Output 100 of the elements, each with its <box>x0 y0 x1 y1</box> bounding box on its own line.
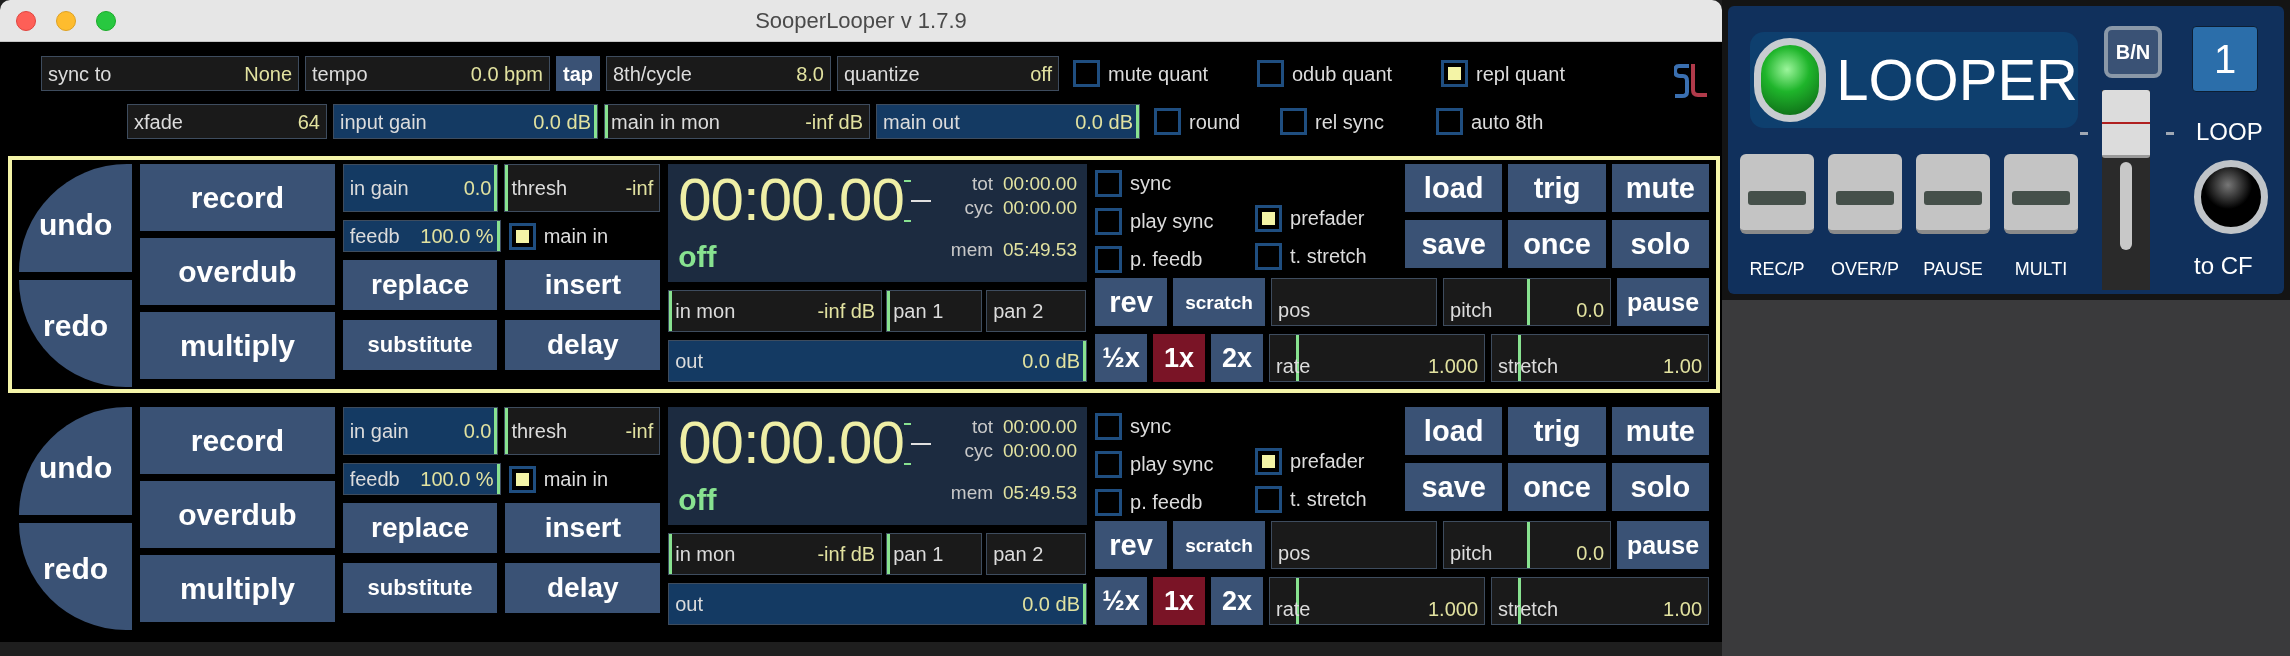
action-button[interactable]: load <box>1405 407 1503 455</box>
pedal-button[interactable] <box>2004 154 2078 234</box>
edit-button[interactable]: replace <box>342 260 498 310</box>
slider-field[interactable]: feedb 100.0 % <box>342 463 501 495</box>
action-button[interactable]: save <box>1405 220 1503 268</box>
checkbox[interactable] <box>1255 485 1282 513</box>
checkbox[interactable] <box>1154 108 1181 135</box>
loop-strip[interactable] <box>8 156 1720 393</box>
checkbox[interactable] <box>1441 60 1468 87</box>
close-icon[interactable] <box>16 11 36 31</box>
slider-field[interactable]: thresh -inf <box>504 164 661 212</box>
action-button[interactable]: mute <box>1611 407 1709 455</box>
pedal-button[interactable] <box>1828 154 1902 234</box>
edit-button[interactable]: substitute <box>342 320 498 370</box>
value-field[interactable]: pan 2 <box>986 533 1087 575</box>
edit-button[interactable]: insert <box>505 260 661 310</box>
slider-field[interactable]: main out 0.0 dB <box>876 104 1140 139</box>
mode-button[interactable]: multiply <box>140 555 335 622</box>
checkbox[interactable] <box>1255 204 1282 232</box>
scratch-button[interactable]: scratch <box>1173 521 1265 569</box>
rate-button[interactable]: 2x <box>1211 577 1263 625</box>
fader-drawing[interactable] <box>2102 90 2150 290</box>
mode-button[interactable]: record <box>140 407 335 474</box>
slider-field[interactable]: in gain 0.0 <box>342 164 499 212</box>
slider-field[interactable]: pan 1 <box>886 533 983 575</box>
checkbox[interactable] <box>1255 242 1282 270</box>
reverse-button[interactable]: rev <box>1095 521 1167 569</box>
bank-button[interactable]: B/N <box>2104 26 2162 78</box>
slider-field[interactable]: main in mon -inf dB <box>604 104 870 139</box>
rate-button[interactable]: ½x <box>1095 577 1147 625</box>
action-button[interactable]: trig <box>1508 407 1606 455</box>
edit-button[interactable]: delay <box>505 563 661 613</box>
mode-button[interactable]: record <box>140 164 335 231</box>
checkbox[interactable] <box>1257 60 1284 87</box>
rate-button[interactable]: ½x <box>1095 334 1147 382</box>
value-field[interactable]: sync to None <box>41 56 299 91</box>
minimize-icon[interactable] <box>56 11 76 31</box>
value-field[interactable]: pos <box>1271 521 1437 569</box>
rate-button[interactable]: 1x <box>1153 577 1205 625</box>
slider-field[interactable]: in mon -inf dB <box>668 533 883 575</box>
action-button[interactable]: solo <box>1611 463 1709 511</box>
scratch-button[interactable]: scratch <box>1173 278 1265 326</box>
action-button[interactable]: mute <box>1611 164 1709 212</box>
pedal-button[interactable] <box>1916 154 1990 234</box>
value-field[interactable]: quantize off <box>837 56 1059 91</box>
slider-field[interactable]: out 0.0 dB <box>668 340 1087 382</box>
edit-button[interactable]: insert <box>505 503 661 553</box>
slider-field[interactable]: feedb 100.0 % <box>342 220 501 252</box>
action-button[interactable]: once <box>1508 220 1606 268</box>
action-button[interactable]: load <box>1405 164 1503 212</box>
redo-button[interactable]: redo <box>19 522 133 630</box>
edit-button[interactable]: delay <box>505 320 661 370</box>
slider-field[interactable]: input gain 0.0 dB <box>333 104 598 139</box>
action-button[interactable]: once <box>1508 463 1606 511</box>
tap-button[interactable]: tap <box>556 56 600 91</box>
undo-button[interactable]: undo <box>19 407 133 515</box>
field-label: pos <box>1278 300 1311 320</box>
mode-button[interactable]: multiply <box>140 312 335 379</box>
pause-button[interactable]: pause <box>1617 521 1709 569</box>
checkbox[interactable] <box>1280 108 1307 135</box>
value-field[interactable]: 8th/cycle 8.0 <box>606 56 831 91</box>
action-button[interactable]: save <box>1405 463 1503 511</box>
rate-button[interactable]: 1x <box>1153 334 1205 382</box>
checkbox[interactable] <box>1095 412 1122 440</box>
mode-button[interactable]: overdub <box>140 238 335 305</box>
checkbox[interactable] <box>508 222 536 250</box>
value-field[interactable]: pos <box>1271 278 1437 326</box>
undo-button[interactable]: undo <box>19 164 133 272</box>
field-value: -inf dB <box>817 301 876 321</box>
edit-button[interactable]: replace <box>342 503 498 553</box>
checkbox[interactable] <box>1095 450 1122 478</box>
checkbox[interactable] <box>1095 245 1122 273</box>
checkbox[interactable] <box>1255 447 1282 475</box>
redo-button[interactable]: redo <box>19 279 133 387</box>
rate-button[interactable]: 2x <box>1211 334 1263 382</box>
value-field[interactable]: xfade 64 <box>127 104 327 139</box>
action-button[interactable]: trig <box>1508 164 1606 212</box>
edit-button[interactable]: substitute <box>342 563 498 613</box>
checkbox[interactable] <box>1073 60 1100 87</box>
checkbox[interactable] <box>1436 108 1463 135</box>
slider-field[interactable]: thresh -inf <box>504 407 661 455</box>
slider-field[interactable]: in gain 0.0 <box>342 407 499 455</box>
checkbox[interactable] <box>1095 488 1122 516</box>
action-button[interactable]: solo <box>1611 220 1709 268</box>
checkbox-label: play sync <box>1130 209 1214 234</box>
value-field[interactable]: pan 2 <box>986 290 1087 332</box>
pedal-button[interactable] <box>1740 154 1814 234</box>
checkbox[interactable] <box>1095 207 1122 235</box>
value-field[interactable]: tempo 0.0 bpm <box>305 56 550 91</box>
slider-field[interactable]: pitch 0.0 <box>1443 521 1611 569</box>
slider-field[interactable]: pan 1 <box>886 290 983 332</box>
slider-field[interactable]: pitch 0.0 <box>1443 278 1611 326</box>
checkbox[interactable] <box>508 465 536 493</box>
slider-field[interactable]: out 0.0 dB <box>668 583 1087 625</box>
mode-button[interactable]: overdub <box>140 481 335 548</box>
checkbox[interactable] <box>1095 169 1122 197</box>
slider-field[interactable]: in mon -inf dB <box>668 290 883 332</box>
pause-button[interactable]: pause <box>1617 278 1709 326</box>
maximize-icon[interactable] <box>96 11 116 31</box>
reverse-button[interactable]: rev <box>1095 278 1167 326</box>
